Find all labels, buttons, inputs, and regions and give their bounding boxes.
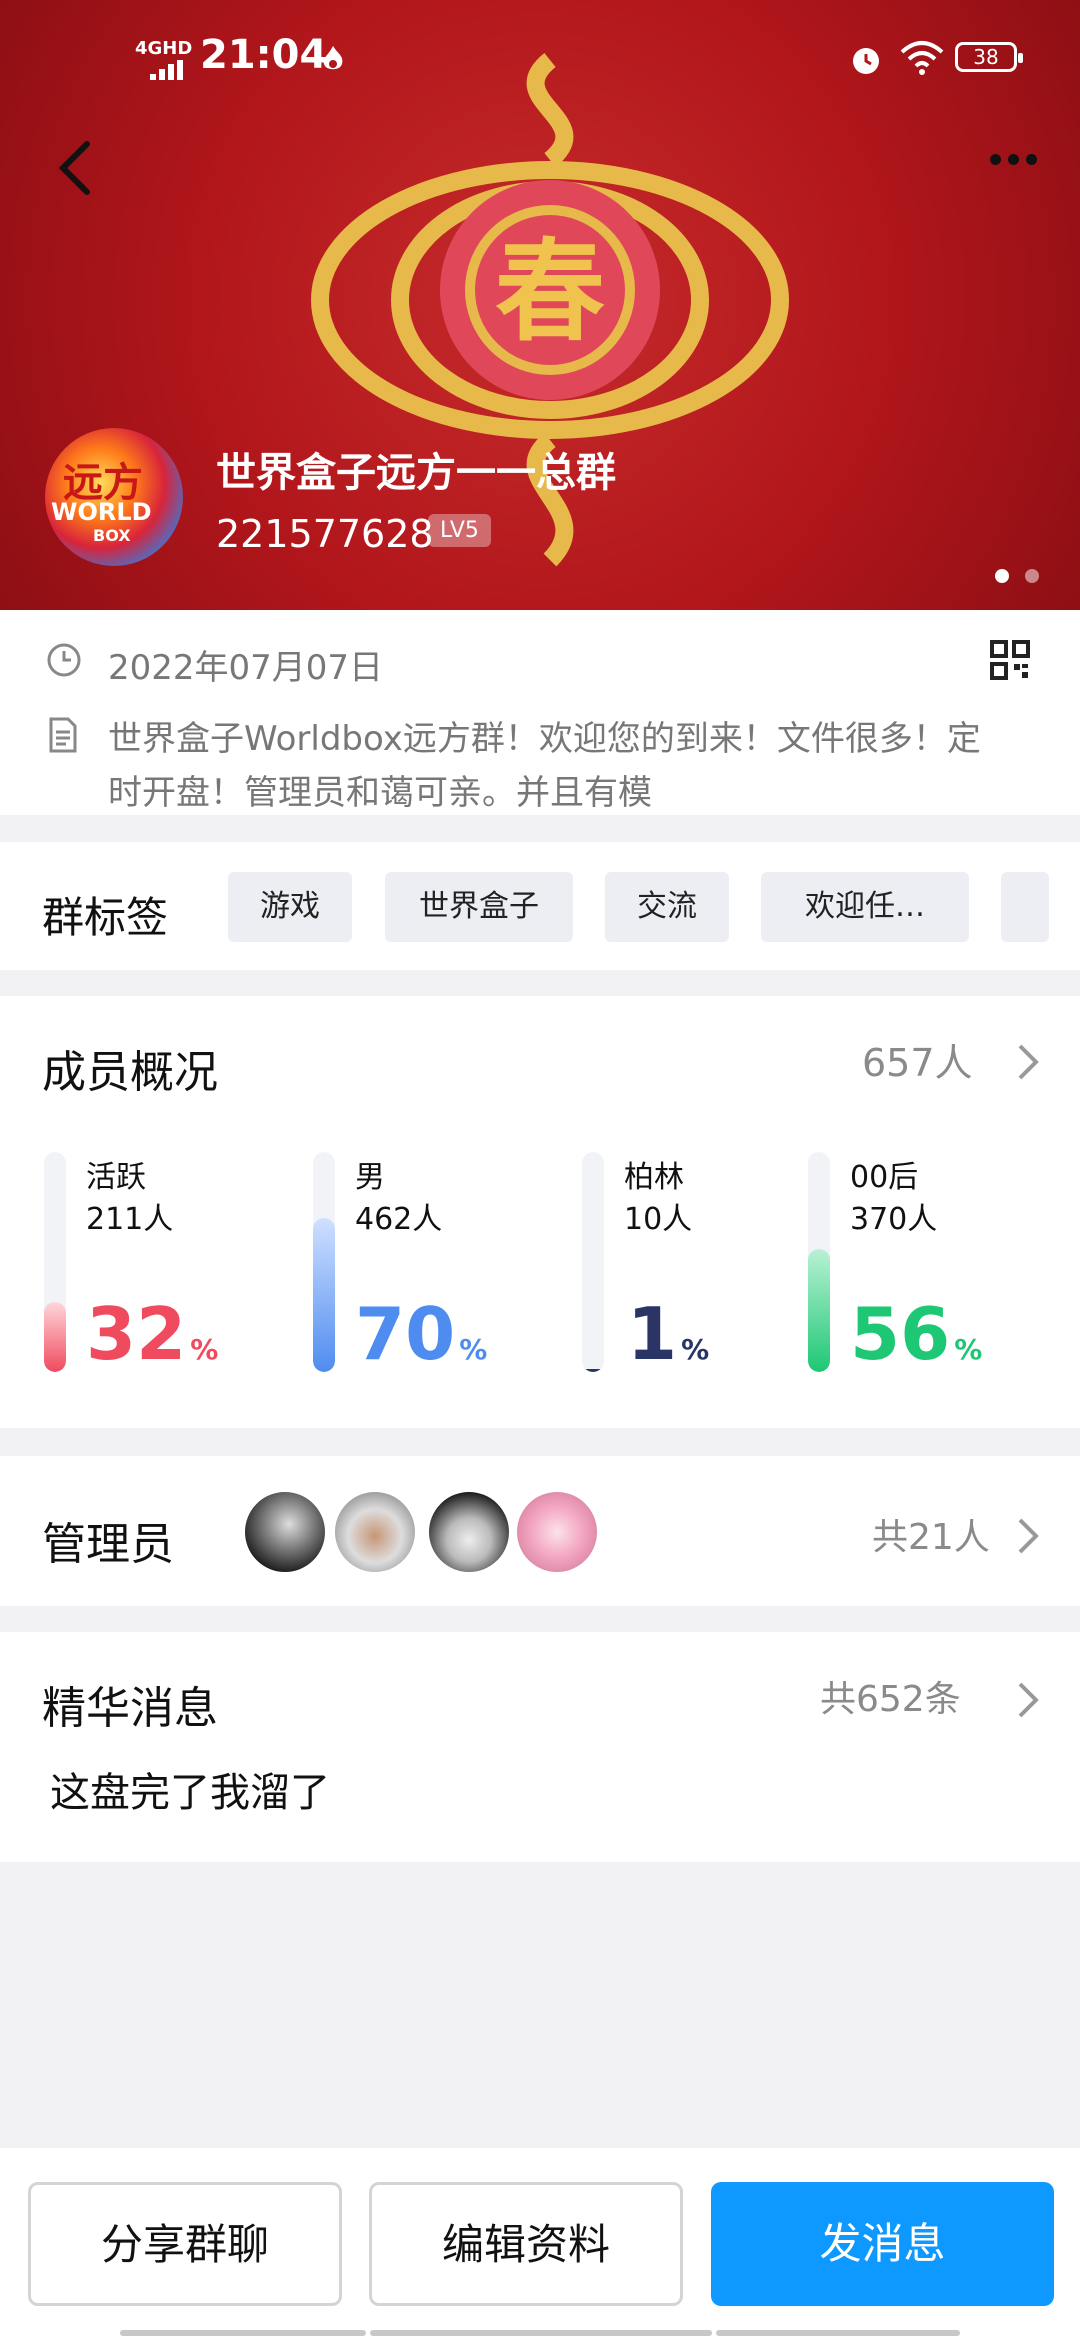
qr-code-icon[interactable] xyxy=(990,640,1030,680)
home-indicator xyxy=(716,2330,960,2336)
home-indicator xyxy=(120,2330,366,2336)
admin-avatar[interactable] xyxy=(426,1489,512,1575)
group-avatar[interactable]: 远方 WORLD BOX xyxy=(45,428,183,566)
tag-item-overflow[interactable] xyxy=(1001,872,1049,942)
stat-bar xyxy=(44,1152,66,1372)
tag-item[interactable]: 世界盒子 xyxy=(385,872,573,942)
members-title: 成员概况 xyxy=(42,1047,218,1098)
admin-avatar[interactable] xyxy=(332,1489,418,1575)
status-time: 21:04 xyxy=(200,32,328,78)
featured-latest[interactable]: 这盘完了我溜了 xyxy=(50,1760,330,1818)
stat-location: 柏林 10人 1% xyxy=(582,1152,832,1376)
chevron-right-icon xyxy=(1018,1682,1039,1718)
tag-item[interactable]: 欢迎任… xyxy=(761,872,969,942)
stat-bar xyxy=(808,1152,830,1372)
back-icon[interactable] xyxy=(55,140,95,196)
home-indicator xyxy=(370,2330,712,2336)
stat-bar xyxy=(582,1152,604,1372)
admins-title: 管理员 xyxy=(42,1519,174,1570)
group-name: 世界盒子远方一一总群 xyxy=(216,450,616,496)
member-total: 657人 xyxy=(862,1041,973,1085)
stat-active: 活跃 211人 32% xyxy=(44,1152,294,1376)
group-cover: 春 4GHD 21:04 38 远方 WORLD BOX 世界盒子远方一一总群 xyxy=(0,0,1080,610)
battery-indicator: 38 xyxy=(955,42,1023,72)
admin-list[interactable]: 管理员 共21人 xyxy=(0,1456,1080,1606)
chevron-right-icon xyxy=(1018,1518,1039,1554)
signal-icon xyxy=(150,60,186,80)
created-date: 2022年07月07日 xyxy=(108,648,384,688)
admin-count: 共21人 xyxy=(872,1517,990,1558)
stat-male: 男 462人 70% xyxy=(313,1152,563,1376)
member-overview[interactable]: 成员概况 657人 活跃 211人 32% 男 462人 70% 柏林 10人 … xyxy=(0,996,1080,1428)
share-group-button[interactable]: 分享群聊 xyxy=(28,2182,342,2306)
admin-avatar[interactable] xyxy=(242,1489,328,1575)
bottom-action-bar: 分享群聊 编辑资料 发消息 xyxy=(0,2148,1080,2340)
document-icon xyxy=(49,717,77,753)
stat-age: 00后 370人 56% xyxy=(808,1152,1058,1376)
level-badge: LV5 xyxy=(428,514,491,547)
featured-count: 共652条 xyxy=(820,1679,961,1720)
status-bar: 4GHD 21:04 38 xyxy=(0,0,1080,120)
network-indicator: 4GHD xyxy=(135,38,193,59)
flame-icon xyxy=(323,46,343,70)
wifi-icon xyxy=(900,41,944,75)
tags-title: 群标签 xyxy=(42,893,169,942)
tag-item[interactable]: 交流 xyxy=(605,872,729,942)
edit-profile-button[interactable]: 编辑资料 xyxy=(369,2182,683,2306)
group-description[interactable]: 世界盒子Worldbox远方群！欢迎您的到来！文件很多！定时开盘！管理员和蔼可亲… xyxy=(108,712,988,820)
featured-messages[interactable]: 精华消息 共652条 这盘完了我溜了 xyxy=(0,1632,1080,1862)
admin-avatar[interactable] xyxy=(514,1489,600,1575)
alarm-icon xyxy=(853,48,879,74)
stat-bar xyxy=(313,1152,335,1372)
group-id: 221577628 xyxy=(216,512,434,556)
tag-item[interactable]: 游戏 xyxy=(228,872,352,942)
group-info: 2022年07月07日 世界盒子Worldbox远方群！欢迎您的到来！文件很多！… xyxy=(0,610,1080,815)
clock-icon xyxy=(47,643,81,677)
carousel-indicator xyxy=(995,568,1055,587)
svg-text:春: 春 xyxy=(495,227,605,356)
more-options-icon[interactable] xyxy=(990,150,1050,180)
chevron-right-icon xyxy=(1018,1044,1039,1080)
group-tags: 群标签 游戏 世界盒子 交流 欢迎任… xyxy=(0,842,1080,970)
featured-title: 精华消息 xyxy=(42,1683,218,1734)
send-message-button[interactable]: 发消息 xyxy=(711,2182,1054,2306)
